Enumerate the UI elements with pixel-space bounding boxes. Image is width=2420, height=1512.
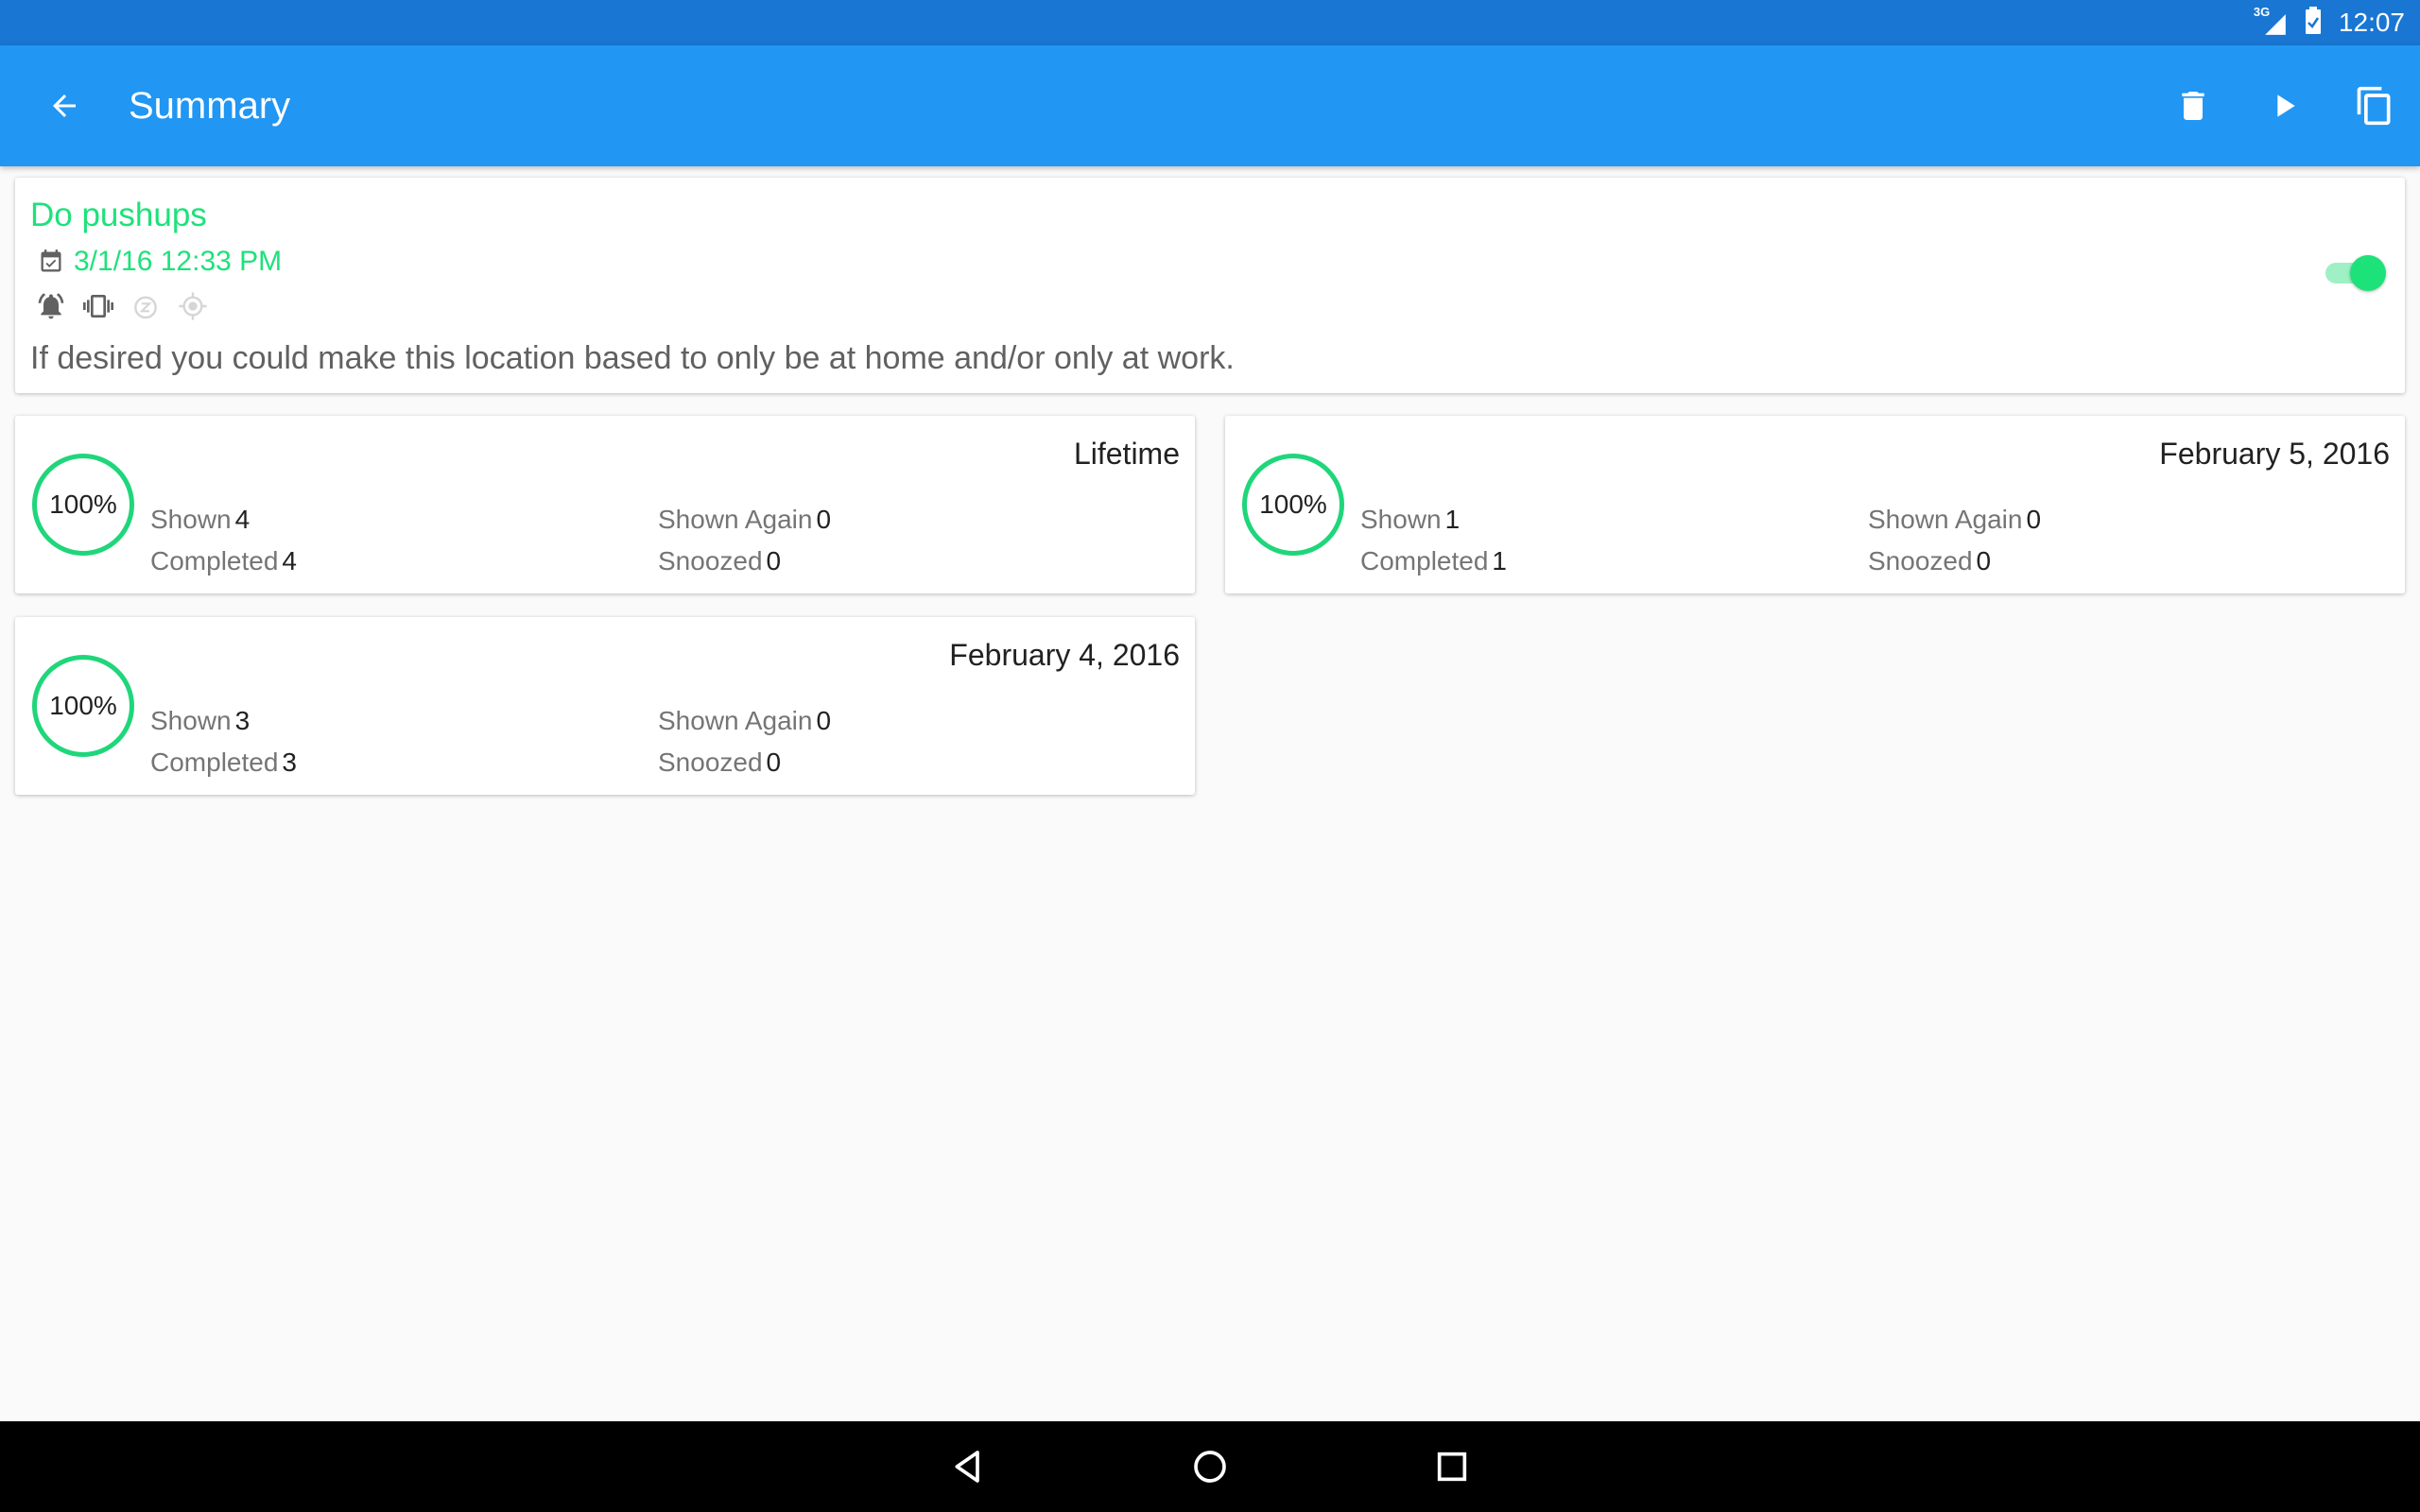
delete-button[interactable] — [2167, 79, 2220, 132]
toggle-thumb — [2350, 255, 2386, 291]
nav-back-button[interactable] — [945, 1444, 991, 1489]
stat-value: 3 — [282, 747, 297, 777]
battery-icon — [2305, 6, 2322, 40]
stat-label: Completed — [150, 546, 279, 576]
stat-label: Completed — [1360, 546, 1489, 576]
stat-snoozed: Snoozed 0 — [658, 546, 781, 576]
stat-value: 0 — [766, 546, 782, 576]
nav-recents-button[interactable] — [1429, 1444, 1475, 1489]
stat-snoozed: Snoozed 0 — [658, 747, 781, 778]
stat-period: February 4, 2016 — [949, 638, 1180, 672]
play-button[interactable] — [2257, 79, 2310, 132]
stat-value: 1 — [1444, 505, 1461, 534]
stat-shown: Shown 3 — [150, 706, 250, 736]
status-time: 12:07 — [2338, 8, 2405, 37]
app-bar: Summary — [0, 45, 2420, 166]
stat-card-feb-4: 100% February 4, 2016 Shown 3 Completed 3 … — [15, 617, 1195, 795]
task-option-icons — [36, 291, 208, 321]
stat-label: Shown Again — [1868, 505, 2023, 534]
stat-card-feb-5: 100% February 5, 2016 Shown 1 Completed 1 … — [1225, 416, 2405, 593]
completion-percent: 100% — [49, 691, 117, 720]
trash-icon — [2182, 92, 2204, 120]
stat-label: Snoozed — [658, 747, 763, 777]
stat-value: 3 — [234, 706, 251, 735]
stat-label: Snoozed — [658, 546, 763, 576]
stat-label: Completed — [150, 747, 279, 777]
completion-ring: 100% — [1242, 454, 1344, 556]
triangle-back-icon — [955, 1451, 979, 1483]
completion-ring: 100% — [32, 454, 134, 556]
completion-percent: 100% — [1259, 490, 1327, 519]
stat-completed: Completed 4 — [150, 546, 297, 576]
copy-icon — [2357, 86, 2391, 126]
circle-home-icon — [1194, 1451, 1226, 1483]
vibrate-icon — [83, 295, 113, 318]
stat-value: 4 — [282, 546, 297, 576]
copy-button[interactable] — [2348, 79, 2401, 132]
stat-value: 0 — [766, 747, 782, 777]
stat-value: 0 — [2026, 505, 2042, 534]
snooze-icon — [134, 296, 157, 319]
stat-label: Shown — [1360, 505, 1442, 534]
stat-shown-again: Shown Again 0 — [1868, 505, 2041, 535]
stat-card-lifetime: 100% Lifetime Shown 4 Completed 4 Shown Ag… — [15, 416, 1195, 593]
task-date: 3/1/16 12:33 PM — [74, 246, 283, 277]
stat-label: Shown — [150, 505, 232, 534]
stat-label: Shown Again — [658, 706, 813, 735]
stat-period: Lifetime — [1073, 437, 1180, 471]
status-bar: 3G 12:07 — [0, 0, 2420, 45]
signal-icon: 3G — [2254, 5, 2288, 37]
calendar-icon — [41, 249, 61, 272]
stat-period: February 5, 2016 — [2159, 437, 2390, 471]
stat-shown-again: Shown Again 0 — [658, 706, 831, 736]
completion-ring: 100% — [32, 655, 134, 757]
task-card[interactable]: Do pushups 3/1/16 12:33 PM If desired yo… — [15, 178, 2405, 393]
nav-home-button[interactable] — [1187, 1444, 1233, 1489]
stat-value: 0 — [816, 706, 832, 735]
stat-label: Shown Again — [658, 505, 813, 534]
system-nav-bar — [0, 1421, 2420, 1512]
task-description: If desired you could make this location … — [30, 340, 1235, 376]
stat-shown-again: Shown Again 0 — [658, 505, 831, 535]
stat-shown: Shown 4 — [150, 505, 250, 535]
stat-value: 1 — [1492, 546, 1507, 576]
stat-label: Shown — [150, 706, 232, 735]
stat-value: 0 — [816, 505, 832, 534]
task-date-row: 3/1/16 12:33 PM — [38, 246, 282, 278]
play-icon — [2277, 94, 2295, 117]
stat-value: 4 — [234, 505, 251, 534]
task-enabled-toggle[interactable] — [2324, 253, 2386, 291]
completion-percent: 100% — [49, 490, 117, 519]
stat-value: 0 — [1976, 546, 1992, 576]
stat-shown: Shown 1 — [1360, 505, 1460, 535]
stat-completed: Completed 3 — [150, 747, 297, 778]
location-icon — [179, 292, 207, 320]
stat-label: Snoozed — [1868, 546, 1973, 576]
square-recents-icon — [1437, 1452, 1467, 1482]
stat-completed: Completed 1 — [1360, 546, 1507, 576]
task-title: Do pushups — [30, 197, 207, 233]
stat-snoozed: Snoozed 0 — [1868, 546, 1991, 576]
back-arrow-icon — [53, 94, 76, 117]
page-title: Summary — [129, 85, 291, 127]
alarm-bell-icon — [38, 293, 64, 319]
back-button[interactable] — [38, 79, 91, 132]
